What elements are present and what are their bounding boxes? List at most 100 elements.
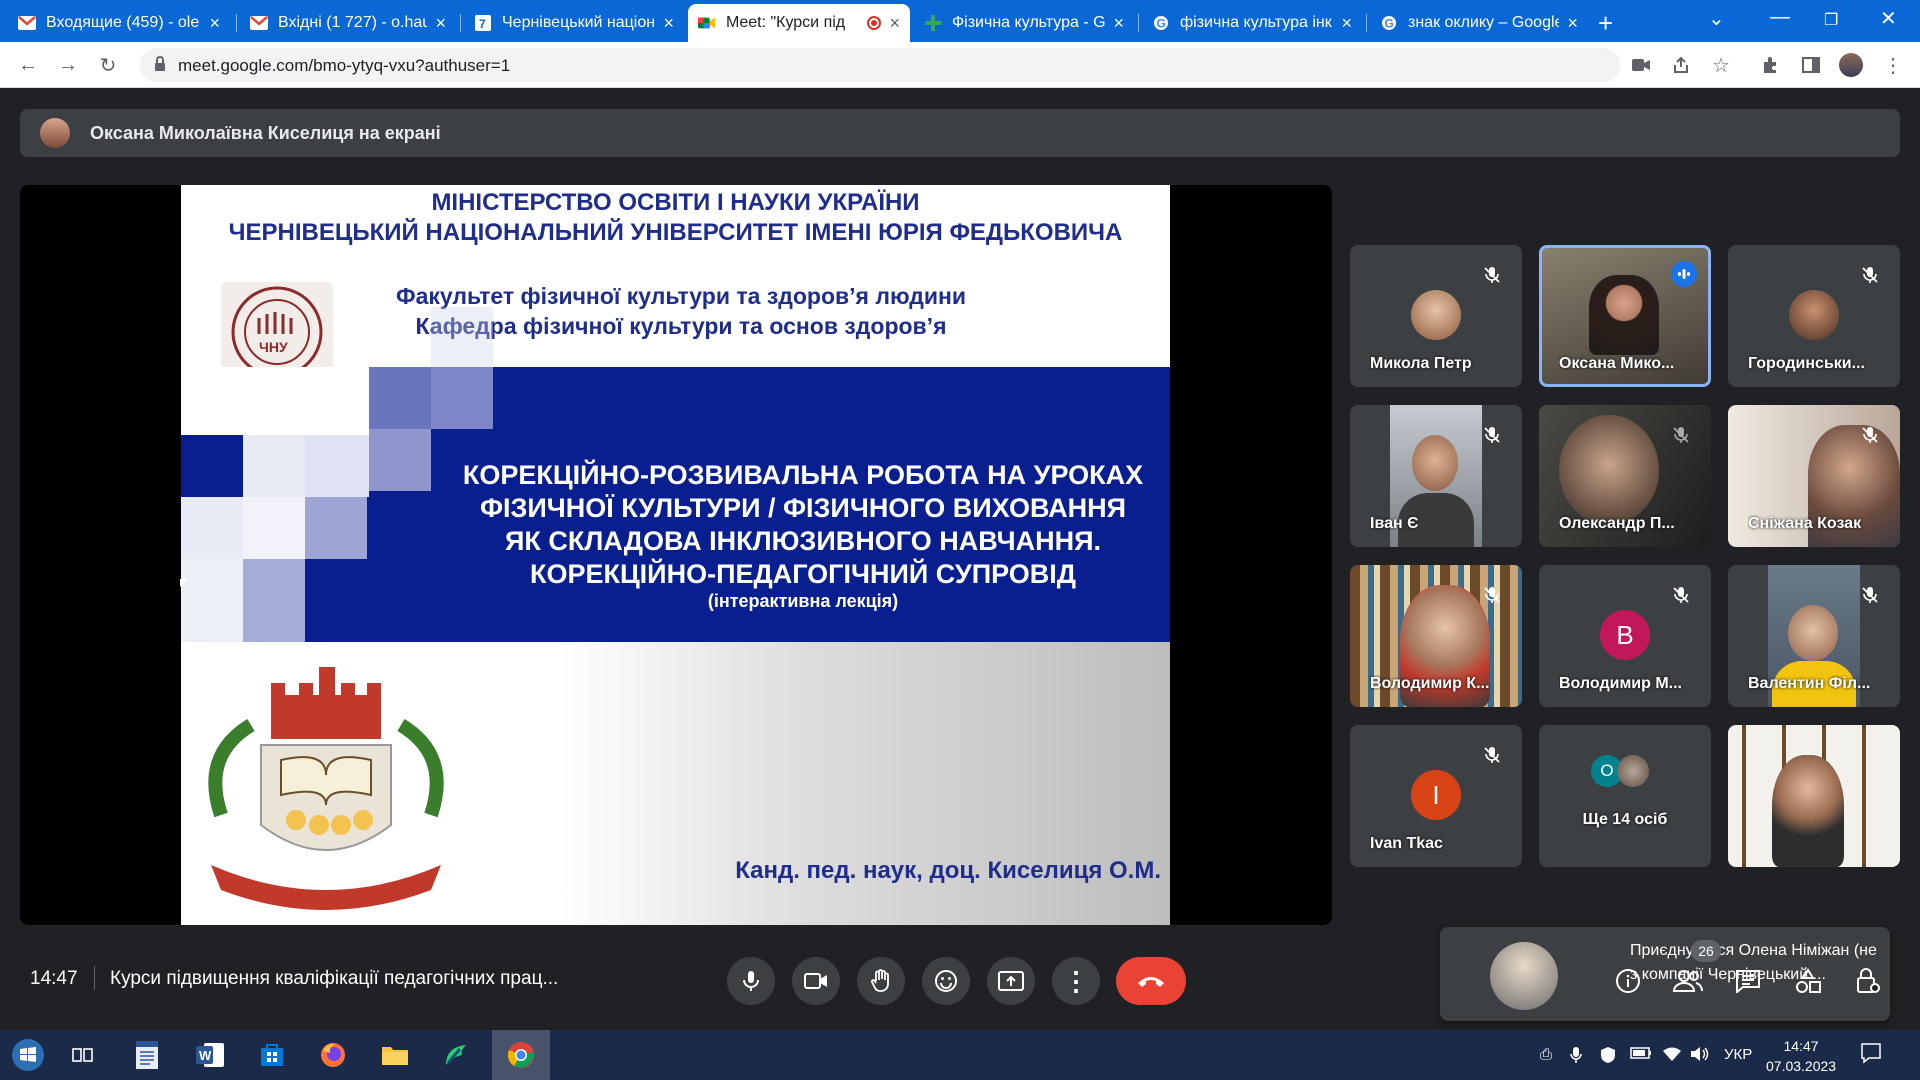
decor-square <box>181 559 243 642</box>
tab-google-search-1[interactable]: G фізична культура інк × <box>1142 4 1362 42</box>
camera-button[interactable] <box>792 957 840 1005</box>
keyboard-language[interactable]: УКР <box>1724 1046 1752 1063</box>
mic-tray-icon[interactable] <box>1570 1046 1582 1068</box>
meeting-clock: 14:47 <box>30 968 78 989</box>
presenter-label: Оксана Миколаївна Киселиця на екрані <box>90 122 441 143</box>
store-app-icon[interactable] <box>255 1038 289 1072</box>
presenter-avatar <box>40 118 70 148</box>
mic-off-icon <box>1860 585 1880 605</box>
participants-count-badge: 26 <box>1691 940 1721 962</box>
task-view-icon[interactable] <box>66 1038 100 1072</box>
chat-button[interactable] <box>1733 966 1763 996</box>
participant-tile[interactable] <box>1728 725 1900 867</box>
browser-tab-strip: Входящие (459) - ole × Вхідні (1 727) - … <box>0 0 1920 42</box>
mic-off-icon <box>1482 265 1502 285</box>
meet-tray-icon[interactable]: ⎙ <box>1540 1046 1552 1063</box>
decor-square <box>243 559 305 642</box>
tab-classroom[interactable]: Фізична культура - G × <box>914 4 1134 42</box>
leave-call-button[interactable] <box>1116 957 1186 1005</box>
participant-tile[interactable]: Микола Петр <box>1350 245 1522 387</box>
present-screen-button[interactable] <box>987 957 1035 1005</box>
tab-gmail-2[interactable]: Вхідні (1 727) - o.hau × <box>240 4 456 42</box>
window-close-button[interactable]: ✕ <box>1880 6 1897 31</box>
participant-tile[interactable]: Городинськи... <box>1728 245 1900 387</box>
maximize-button[interactable]: ❐ <box>1824 10 1838 30</box>
camera-icon <box>804 973 827 989</box>
forward-button[interactable]: → <box>54 51 82 79</box>
start-button[interactable] <box>8 1035 48 1075</box>
lock-person-icon <box>1857 968 1880 993</box>
wifi-icon[interactable] <box>1662 1046 1682 1066</box>
new-tab-button[interactable]: + <box>1598 8 1613 39</box>
shared-screen[interactable]: МІНІСТЕРСТВО ОСВІТИ І НАУКИ УКРАЇНИ ЧЕРН… <box>20 185 1332 925</box>
close-icon[interactable]: × <box>663 14 674 32</box>
minimize-button[interactable]: — <box>1770 6 1790 29</box>
defender-shield-icon[interactable] <box>1600 1046 1616 1068</box>
decor-square <box>369 367 431 429</box>
notepad-app-icon[interactable] <box>130 1038 164 1072</box>
battery-icon[interactable] <box>1630 1046 1652 1063</box>
participant-tile[interactable]: I Ivan Tkac <box>1350 725 1522 867</box>
close-icon[interactable]: × <box>1113 14 1124 32</box>
reload-button[interactable]: ↻ <box>94 51 122 79</box>
bookmark-star-icon[interactable]: ☆ <box>1708 52 1734 78</box>
reactions-button[interactable] <box>922 957 970 1005</box>
present-icon <box>998 971 1024 991</box>
back-button[interactable]: ← <box>14 51 42 79</box>
participant-tile[interactable]: B Володимир М... <box>1539 565 1711 707</box>
extensions-icon[interactable] <box>1758 52 1784 78</box>
microphone-button[interactable] <box>727 957 775 1005</box>
share-icon[interactable] <box>1668 52 1694 78</box>
tab-gmail-1[interactable]: Входящие (459) - ole × <box>8 4 230 42</box>
system-date: 07.03.2023 <box>1766 1058 1837 1074</box>
close-icon[interactable]: × <box>889 14 900 32</box>
participant-tile[interactable]: Сніжана Козак <box>1728 405 1900 547</box>
participant-tile[interactable]: Іван Є <box>1350 405 1522 547</box>
word-app-icon[interactable]: W <box>193 1038 227 1072</box>
faculty-emblem <box>208 667 444 910</box>
title-line: КОРЕКЦІЙНО-РОЗВИВАЛЬНА РОБОТА НА УРОКАХ <box>462 460 1144 490</box>
participant-tile[interactable]: Олександр П... <box>1539 405 1711 547</box>
svg-text:G: G <box>1157 17 1166 31</box>
meeting-details-button[interactable] <box>1613 966 1643 996</box>
tab-search-chevron-icon[interactable]: ⌄ <box>1708 6 1725 31</box>
notebook-app-icon[interactable] <box>439 1038 473 1072</box>
participant-avatar <box>1789 290 1839 340</box>
decor-square <box>243 497 305 559</box>
tab-separator <box>1366 14 1367 32</box>
participant-tile[interactable]: Володимир К... <box>1350 565 1522 707</box>
firefox-app-icon[interactable] <box>316 1038 350 1072</box>
more-participants-tile[interactable]: O Ще 14 осіб <box>1539 725 1711 867</box>
participant-tile[interactable]: Валентин Філ... <box>1728 565 1900 707</box>
lock-icon <box>154 56 166 77</box>
close-icon[interactable]: × <box>1567 14 1578 32</box>
close-icon[interactable]: × <box>435 14 446 32</box>
more-options-button[interactable]: ⋮ <box>1052 957 1100 1005</box>
browser-menu-icon[interactable]: ⋮ <box>1880 52 1906 78</box>
side-panel-icon[interactable] <box>1798 52 1824 78</box>
camera-in-use-icon[interactable] <box>1628 52 1654 78</box>
raise-hand-button[interactable] <box>857 957 905 1005</box>
file-explorer-app-icon[interactable] <box>378 1038 412 1072</box>
notifications-icon[interactable] <box>1860 1042 1882 1068</box>
activities-button[interactable] <box>1793 966 1823 996</box>
chrome-app-icon[interactable] <box>492 1030 550 1080</box>
system-clock[interactable]: 14:47 07.03.2023 <box>1766 1036 1836 1076</box>
participant-avatar <box>1411 290 1461 340</box>
tab-meet[interactable]: Meet: "Курси під × <box>688 4 910 42</box>
host-controls-button[interactable] <box>1853 966 1883 996</box>
site-icon: 7 <box>474 14 492 32</box>
slide-header-university: ЧЕРНІВЕЦЬКИЙ НАЦІОНАЛЬНИЙ УНІВЕРСИТЕТ ІМ… <box>228 219 1123 246</box>
volume-icon[interactable] <box>1690 1046 1710 1066</box>
tab-google-search-2[interactable]: G знак оклику – Google × <box>1370 4 1588 42</box>
people-button[interactable] <box>1673 966 1703 996</box>
profile-avatar[interactable] <box>1838 52 1864 78</box>
mic-off-icon <box>1482 585 1502 605</box>
close-icon[interactable]: × <box>1341 14 1352 32</box>
address-bar[interactable]: meet.google.com/bmo-ytyq-vxu?authuser=1 <box>140 48 1620 82</box>
close-icon[interactable]: × <box>209 14 220 32</box>
slide-header-ministry: МІНІСТЕРСТВО ОСВІТИ І НАУКИ УКРАЇНИ <box>431 189 920 216</box>
participant-tile[interactable]: Оксана Мико... <box>1539 245 1711 387</box>
windows-logo-icon <box>12 1039 44 1071</box>
tab-university[interactable]: 7 Чернівецький націон × <box>464 4 684 42</box>
